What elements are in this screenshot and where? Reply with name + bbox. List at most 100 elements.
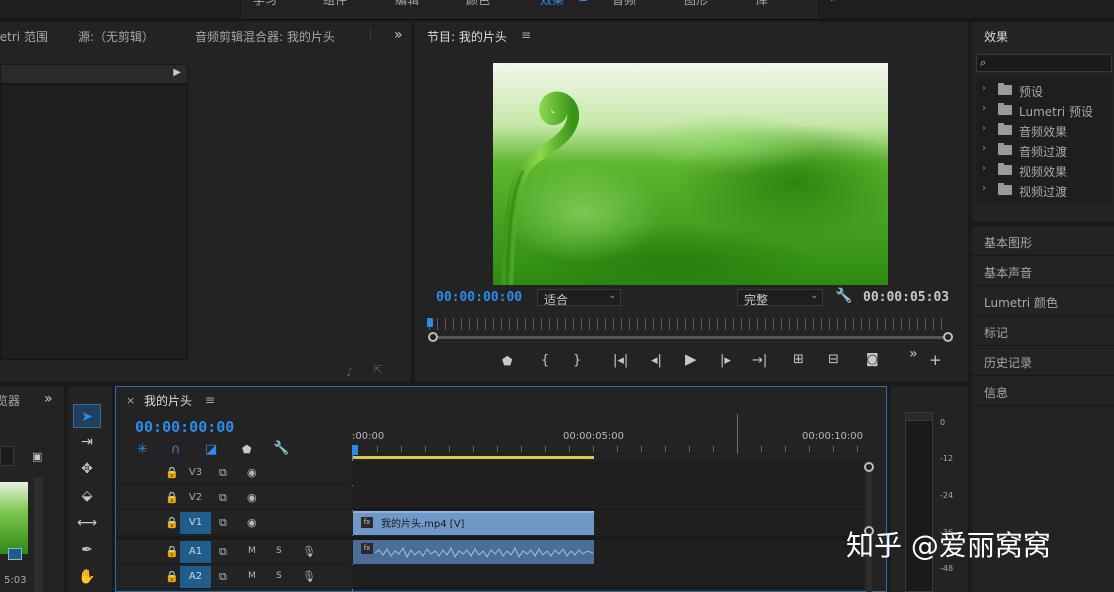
- workspace-tab-learn[interactable]: 学习: [253, 0, 277, 8]
- workspace-tab-color[interactable]: 颜色: [466, 0, 490, 8]
- workspace-overflow-icon[interactable]: »: [830, 0, 837, 5]
- panel-info[interactable]: 信息: [972, 376, 1114, 406]
- lock-icon[interactable]: 🔒: [165, 491, 179, 504]
- vscroll-handle-top[interactable]: [864, 462, 874, 472]
- quality-select[interactable]: 完整 ⌄: [737, 289, 823, 307]
- add-marker-icon[interactable]: ⬟: [502, 355, 512, 368]
- expand-right-icon[interactable]: ▶: [173, 67, 181, 78]
- effects-tree-item-video-transitions[interactable]: › 视频过渡: [978, 180, 1112, 200]
- hand-tool[interactable]: ✋: [73, 565, 101, 589]
- export-frame-icon[interactable]: ◙: [866, 353, 879, 366]
- lock-icon[interactable]: 🔒: [165, 570, 179, 583]
- chevron-right-icon[interactable]: ›: [982, 143, 986, 154]
- workspace-tab-graphics[interactable]: 图形: [684, 0, 708, 8]
- lock-icon[interactable]: 🔒: [165, 466, 179, 479]
- track-lane-v3[interactable]: [352, 461, 864, 485]
- step-forward-icon[interactable]: |▸: [720, 354, 731, 367]
- effects-tree-item-audio-effects[interactable]: › 音频效果: [978, 120, 1112, 140]
- effects-tree-item-video-effects[interactable]: › 视频效果: [978, 160, 1112, 180]
- eye-icon[interactable]: ◉: [247, 516, 257, 529]
- step-back-icon[interactable]: ◂|: [651, 354, 662, 367]
- panel-history[interactable]: 历史记录: [972, 346, 1114, 376]
- track-lane-a2[interactable]: [352, 565, 864, 589]
- project-search-input[interactable]: [0, 446, 14, 466]
- timeline-settings-icon[interactable]: 🔧: [273, 442, 289, 455]
- track-header-v3[interactable]: 🔒 V3 ⧉ ◉: [117, 461, 351, 485]
- timeline-menu-icon[interactable]: ≡: [205, 393, 215, 407]
- panel-essential-graphics[interactable]: 基本图形: [972, 226, 1114, 256]
- tab-media-browser[interactable]: 览器: [0, 392, 20, 409]
- lock-icon[interactable]: 🔒: [165, 516, 179, 529]
- track-header-v2[interactable]: 🔒 V2 ⧉ ◉: [117, 486, 351, 510]
- export-frame-icon[interactable]: ⇱: [373, 364, 383, 377]
- zoom-handle-left[interactable]: [428, 332, 438, 342]
- audio-clip[interactable]: fx: [353, 540, 594, 564]
- timeline-playhead[interactable]: [352, 445, 358, 455]
- workspace-tab-editing[interactable]: 编辑: [395, 0, 419, 8]
- sync-lock-icon[interactable]: ⧉: [219, 570, 227, 584]
- add-marker-icon[interactable]: ⬟: [242, 443, 252, 456]
- nest-sequence-icon[interactable]: ✳: [137, 443, 148, 456]
- eye-icon[interactable]: ◉: [247, 491, 257, 504]
- mute-button[interactable]: M: [248, 546, 256, 556]
- lift-icon[interactable]: ⊞: [793, 353, 804, 366]
- program-overflow-icon[interactable]: »: [909, 347, 918, 361]
- workspace-tab-effects[interactable]: 效果: [540, 0, 564, 8]
- program-scrub-ruler[interactable]: [429, 318, 949, 330]
- razor-tool[interactable]: ⬙: [73, 484, 101, 508]
- workspace-tab-audio[interactable]: 音频: [612, 0, 636, 8]
- workspace-tab-assembly[interactable]: 组件: [323, 0, 347, 8]
- program-title[interactable]: 节目: 我的片头: [427, 28, 507, 45]
- effects-tree-item-lumetri-presets[interactable]: › Lumetri 预设: [978, 100, 1112, 120]
- panel-markers[interactable]: 标记: [972, 316, 1114, 346]
- wrench-icon[interactable]: 🔧: [835, 289, 852, 303]
- effects-tree-item-presets[interactable]: › 预设: [978, 80, 1112, 100]
- timeline-close-icon[interactable]: ×: [126, 394, 135, 407]
- play-icon[interactable]: ▶: [685, 352, 697, 367]
- pen-tool[interactable]: ✒: [73, 538, 101, 562]
- program-menu-icon[interactable]: ≡: [521, 28, 531, 42]
- work-area-bar[interactable]: [353, 456, 594, 459]
- track-label[interactable]: V3: [180, 462, 211, 484]
- track-lane-v2[interactable]: [352, 486, 864, 510]
- effects-search-input[interactable]: ⌕: [976, 54, 1112, 72]
- sync-lock-icon[interactable]: ⧉: [219, 466, 227, 480]
- ripple-edit-tool[interactable]: ✥: [73, 457, 101, 481]
- lock-icon[interactable]: 🔒: [165, 545, 179, 558]
- track-label[interactable]: A2: [180, 566, 211, 588]
- chevron-right-icon[interactable]: ›: [982, 163, 986, 174]
- panel-essential-sound[interactable]: 基本声音: [972, 256, 1114, 286]
- chevron-right-icon[interactable]: ›: [982, 83, 986, 94]
- new-bin-icon[interactable]: ▣: [32, 450, 42, 463]
- program-playhead[interactable]: [427, 318, 433, 327]
- linked-selection-icon[interactable]: ◪: [205, 443, 217, 456]
- mark-out-icon[interactable]: }: [573, 354, 581, 367]
- program-timecode-current[interactable]: 00:00:00:00: [436, 290, 522, 305]
- go-to-out-icon[interactable]: →|: [752, 354, 767, 367]
- fit-select[interactable]: 适合 ⌄: [537, 289, 621, 307]
- sync-lock-icon[interactable]: ⧉: [219, 545, 227, 559]
- source-overflow-icon[interactable]: »: [394, 27, 403, 43]
- eye-icon[interactable]: ◉: [247, 466, 257, 479]
- solo-button[interactable]: S: [276, 571, 282, 581]
- extract-icon[interactable]: ⊟: [828, 353, 839, 366]
- chevron-right-icon[interactable]: ›: [982, 103, 986, 114]
- panel-lumetri-color[interactable]: Lumetri 颜色: [972, 286, 1114, 316]
- chevron-right-icon[interactable]: ›: [982, 183, 986, 194]
- track-label[interactable]: A1: [180, 541, 211, 563]
- sync-lock-icon[interactable]: ⧉: [219, 491, 227, 505]
- track-header-v1[interactable]: 🔒 V1 ⧉ ◉: [117, 511, 351, 535]
- sync-lock-icon[interactable]: ⧉: [219, 516, 227, 530]
- workspace-tab-libraries[interactable]: 库: [756, 0, 768, 8]
- project-clip-thumbnail[interactable]: [0, 482, 28, 554]
- microphone-icon[interactable]: 🎙: [302, 545, 316, 558]
- mute-button[interactable]: M: [248, 571, 256, 581]
- video-clip[interactable]: fx 我的片头.mp4 [V]: [353, 511, 594, 535]
- meter-clip-indicator[interactable]: [906, 413, 932, 421]
- zoom-bar[interactable]: [433, 336, 947, 339]
- button-editor-add-icon[interactable]: +: [929, 353, 942, 368]
- effects-tree-item-audio-transitions[interactable]: › 音频过渡: [978, 140, 1112, 160]
- track-label[interactable]: V2: [180, 487, 211, 509]
- timeline-timecode[interactable]: 00:00:00:00: [135, 418, 234, 436]
- zoom-handle-right[interactable]: [943, 332, 953, 342]
